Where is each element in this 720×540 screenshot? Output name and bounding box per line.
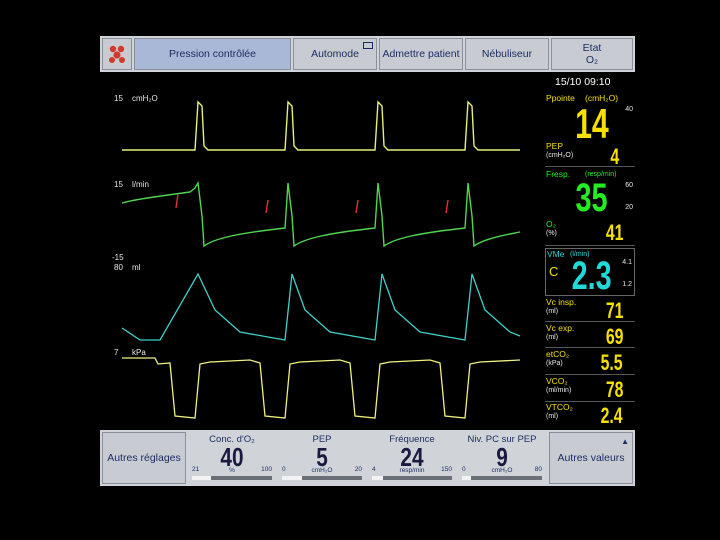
nebulizer-button[interactable]: Nébuliseur bbox=[465, 38, 549, 70]
divider bbox=[545, 245, 635, 246]
o2-conc-max: 100 bbox=[261, 466, 272, 473]
pc-above-peep-max: 80 bbox=[534, 466, 542, 473]
peep-label: PEP bbox=[546, 141, 564, 151]
mv-limit-high: 4.1 bbox=[622, 259, 632, 266]
etco2-value: 5.5 bbox=[600, 350, 623, 375]
peep-control[interactable]: PEP 5 0 cmH₂O 20 bbox=[280, 432, 364, 484]
other-values-button[interactable]: Autres valeurs ▲ bbox=[549, 432, 633, 484]
o2-conc-slider-fill bbox=[192, 476, 212, 480]
vti-label: Vc insp. bbox=[546, 297, 577, 307]
mv-value: 2.3 bbox=[571, 254, 612, 298]
vco2-unit: (ml/min) bbox=[546, 387, 572, 394]
ventilator-screen: Pression contrôlée Automode Admettre pat… bbox=[100, 36, 635, 486]
top-toolbar: Pression contrôlée Automode Admettre pat… bbox=[100, 36, 635, 72]
o2-label: O₂ bbox=[546, 219, 556, 229]
param-etco2: etCO₂ (kPa) 5.5 bbox=[545, 350, 635, 376]
pressure-waveform bbox=[122, 100, 520, 151]
vtco2-value: 2.4 bbox=[600, 403, 623, 428]
frequency-slider[interactable] bbox=[372, 476, 452, 480]
brand-logo-icon bbox=[102, 38, 132, 70]
vte-label: Vc exp. bbox=[546, 323, 575, 333]
status-o2-button[interactable]: Etat O₂ bbox=[551, 38, 633, 70]
rr-limit-high: 60 bbox=[625, 182, 633, 189]
peep-setting-unit: cmH₂O bbox=[311, 467, 333, 474]
vtco2-unit: (ml) bbox=[546, 413, 559, 420]
waveform-area: 15 cmH₂O 15 l/min -15 80 ml 7 kPa bbox=[100, 88, 540, 428]
waveform-traces bbox=[121, 100, 521, 419]
param-vtco2: VTCO₂ (ml) 2.4 bbox=[545, 403, 635, 429]
frequency-max: 150 bbox=[441, 466, 452, 473]
pc-above-peep-unit: cmH₂O bbox=[491, 467, 513, 474]
ppeak-value: 14 bbox=[575, 100, 609, 147]
frequency-control[interactable]: Fréquence 24 4 resp/min 150 bbox=[370, 432, 454, 484]
date-time: 15/10 09:10 bbox=[555, 76, 611, 88]
o2-conc-control[interactable]: Conc. d'O₂ 40 21 % 100 bbox=[190, 432, 274, 484]
flow-waveform bbox=[121, 180, 521, 248]
o2-value: 41 bbox=[605, 220, 623, 245]
param-peep: PEP (cmH₂O) 4 bbox=[545, 142, 635, 172]
peep-max: 20 bbox=[354, 466, 362, 473]
vti-unit: (ml) bbox=[546, 308, 559, 315]
automode-indicator-icon bbox=[363, 42, 373, 49]
ventilation-mode-button[interactable]: Pression contrôlée bbox=[134, 38, 291, 70]
rr-limit-low: 20 bbox=[625, 204, 633, 211]
divider bbox=[545, 321, 635, 322]
automode-button[interactable]: Automode bbox=[293, 38, 377, 70]
vco2-value: 78 bbox=[605, 377, 623, 402]
vco2-label: VCO₂ bbox=[546, 376, 568, 386]
divider bbox=[545, 347, 635, 348]
pc-above-peep-slider-fill bbox=[462, 476, 471, 480]
other-values-label: Autres valeurs bbox=[557, 452, 625, 464]
pc-above-peep-control[interactable]: Niv. PC sur PEP 9 0 cmH₂O 80 bbox=[460, 432, 544, 484]
divider bbox=[545, 166, 635, 167]
ppeak-limit-high: 40 bbox=[625, 106, 633, 113]
frequency-slider-fill bbox=[372, 476, 384, 480]
ppeak-label: Ppointe bbox=[546, 93, 575, 103]
status-sub-label: O₂ bbox=[585, 54, 599, 66]
co2-waveform bbox=[122, 357, 521, 419]
mv-label: VMe bbox=[547, 249, 565, 259]
vtco2-label: VTCO₂ bbox=[546, 402, 573, 412]
scroll-up-icon: ▲ bbox=[621, 437, 629, 446]
etco2-label: etCO₂ bbox=[546, 349, 570, 359]
automode-label: Automode bbox=[311, 48, 359, 60]
param-rr: Fresp. (resp/min) 60 20 35 bbox=[545, 169, 635, 221]
peep-slider[interactable] bbox=[282, 476, 362, 480]
param-vco2: VCO₂ (ml/min) 78 bbox=[545, 377, 635, 403]
vte-unit: (ml) bbox=[546, 334, 559, 341]
param-o2: O₂ (%) 41 bbox=[545, 220, 635, 248]
other-settings-button[interactable]: Autres réglages bbox=[102, 432, 186, 484]
volume-waveform bbox=[121, 272, 521, 341]
rr-value: 35 bbox=[574, 176, 607, 220]
mv-limit-low: 1.2 bbox=[622, 281, 632, 288]
param-mv: VMe (l/min) C 4.1 1.2 2.3 bbox=[545, 248, 635, 298]
admit-patient-button[interactable]: Admettre patient bbox=[379, 38, 463, 70]
o2-unit: (%) bbox=[546, 230, 557, 237]
rr-label: Fresp. bbox=[546, 169, 571, 179]
divider bbox=[545, 374, 635, 375]
peep-unit: (cmH₂O) bbox=[546, 152, 574, 159]
status-label: Etat bbox=[582, 42, 602, 54]
peep-slider-fill bbox=[282, 476, 302, 480]
mv-compliance-indicator: C bbox=[549, 264, 559, 279]
etco2-unit: (kPa) bbox=[546, 360, 563, 367]
bottom-controls: Autres réglages Conc. d'O₂ 40 21 % 100 P… bbox=[100, 430, 635, 486]
pc-above-peep-slider[interactable] bbox=[462, 476, 542, 480]
o2-conc-slider[interactable] bbox=[192, 476, 272, 480]
